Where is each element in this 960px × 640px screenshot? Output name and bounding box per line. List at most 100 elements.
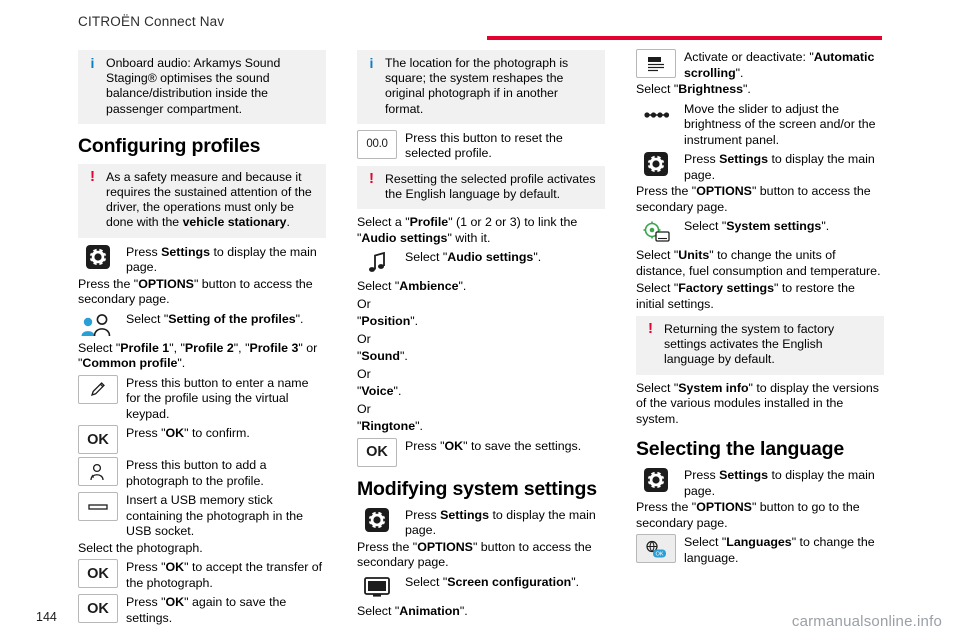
pos-post: ".	[410, 314, 419, 329]
sys-post: ".	[821, 219, 830, 233]
para-press-options-1: Press the "OPTIONS" button to access the…	[78, 277, 326, 308]
ok-button[interactable]: OK	[78, 425, 118, 455]
ring-post: ".	[415, 419, 423, 434]
row-usb-stick: Insert a USB memory stick containing the…	[78, 492, 326, 540]
row-settings-pre: Press	[126, 244, 162, 259]
snd-post: ".	[399, 349, 408, 364]
row-automatic-scrolling: Activate or deactivate: "Automatic scrol…	[636, 49, 884, 81]
uni-pre: Select "	[636, 248, 679, 262]
c2-sel-pre: Select a "	[357, 215, 410, 230]
para-select-photograph: Select the photograph.	[78, 540, 203, 555]
heading-configuring-profiles: Configuring profiles	[78, 134, 261, 157]
header-rule	[487, 36, 882, 40]
inf-bold: System info	[678, 380, 749, 395]
reset-button[interactable]: 00.0	[357, 129, 397, 159]
note-factory-reset-text: Returning the system to factory settings…	[664, 322, 835, 367]
row-ok-confirm: OK Press "OK" to confirm.	[78, 425, 326, 455]
row-add-photograph: Press this button to add a photograph to…	[78, 457, 326, 489]
scroll-pre: Activate or deactivate: "	[684, 50, 814, 64]
para-or-4: Or	[357, 401, 371, 416]
profiles-pre: Select "	[126, 311, 169, 326]
add-photo-icon-box	[78, 457, 118, 487]
pencil-icon-box	[78, 374, 118, 404]
row-ok-save-settings-text: Press "OK" to save the settings.	[405, 438, 581, 455]
ok-button-4[interactable]: OK	[357, 437, 397, 467]
note-reset-language-text: Resetting the selected profile activates…	[385, 171, 596, 202]
usb-button[interactable]	[78, 492, 118, 522]
para-select-animation: Select "Animation".	[357, 604, 605, 620]
sel-profile-pre: Select "	[78, 340, 121, 355]
note-photo-location: i The location for the photograph is squ…	[357, 50, 605, 124]
bri-bold: Brightness	[678, 82, 743, 96]
para-select-system-info: Select "System info" to display the vers…	[636, 381, 884, 428]
para-or-3: Or	[357, 366, 371, 381]
note-safety-text: As a safety measure and because it requi…	[106, 170, 318, 231]
audio-bold: Audio settings	[447, 250, 534, 265]
row-reset-profile: 00.0 Press this button to reset the sele…	[357, 129, 605, 162]
row-settings-main-page-2: Press Settings to display the main page.	[357, 507, 605, 539]
amb-pre: Select "	[357, 279, 400, 294]
para-ringtone: "Ringtone".	[357, 419, 605, 435]
note-onboard-audio-text: Onboard audio: Arkamys Sound Staging® op…	[106, 56, 281, 116]
scrolling-button[interactable]	[636, 49, 676, 78]
voi-post: ".	[393, 384, 402, 399]
c2-opt-bold: OPTIONS	[417, 539, 473, 554]
row-settings-4-text: Press Settings to display the main page.	[684, 467, 884, 499]
note-safety-bold: vehicle stationary	[182, 215, 287, 230]
anim-pre: Select "	[357, 603, 400, 618]
amb-bold: Ambience	[399, 279, 459, 294]
note-photo-location-text: The location for the photograph is squar…	[385, 56, 569, 116]
row-reset-profile-text: Press this button to reset the selected …	[405, 130, 563, 161]
sel-profile-b3: Profile 3	[249, 340, 299, 355]
bri-post: ".	[743, 82, 751, 96]
row-languages: OK Select "Languages" to change the lang…	[636, 534, 884, 566]
note-safety-post: .	[286, 215, 290, 230]
row-settings-main-page-4: Press Settings to display the main page.	[636, 467, 884, 499]
row-settings-bold: Settings	[161, 244, 211, 259]
row-settings-main-page-3: Press Settings to display the main page.	[636, 151, 884, 183]
sys-pre: Select "	[684, 219, 727, 233]
audio-pre: Select "	[405, 250, 448, 265]
c2-sel-b2: Audio settings	[361, 230, 448, 245]
ok2-bold: OK	[165, 560, 185, 575]
row-setting-of-profiles: Select "Setting of the profiles".	[78, 311, 326, 340]
para-press-options-3: Press the "OPTIONS" button to access the…	[636, 184, 884, 215]
ok3-pre: Press "	[126, 595, 166, 610]
c2-sel-b1: Profile	[409, 215, 449, 230]
row-enter-name: Press this button to enter a name for th…	[78, 374, 326, 423]
amb-post: ".	[458, 279, 467, 294]
warning-icon-2: !	[369, 169, 374, 187]
add-photo-button[interactable]	[78, 457, 118, 487]
ok-button-3[interactable]: OK	[78, 594, 118, 624]
row-ok-transfer-text: Press "OK" to accept the transfer of the…	[126, 559, 326, 591]
sys-bold: System settings	[726, 219, 822, 233]
para-select-brightness: Select "Brightness".	[636, 82, 884, 98]
para-position: "Position".	[357, 314, 605, 330]
languages-button[interactable]: OK	[636, 534, 676, 564]
para-or-2: Or	[357, 331, 371, 346]
pencil-button[interactable]	[78, 374, 118, 404]
ok1-post: " to confirm.	[184, 426, 250, 441]
para-select-factory: Select "Factory settings" to restore the…	[636, 281, 884, 312]
fac-pre: Select "	[636, 281, 679, 295]
para-or-1: Or	[357, 296, 371, 311]
row-ok-save: OK Press "OK" again to save the settings…	[78, 594, 326, 626]
note-reset-language: ! Resetting the selected profile activat…	[357, 165, 605, 210]
ok-button-box-1: OK	[78, 425, 118, 455]
sel-profile-b1: Profile 1	[120, 340, 170, 355]
header-title: CITROËN Connect Nav	[78, 14, 225, 29]
row-ok-save-text: Press "OK" again to save the settings.	[126, 594, 326, 626]
row-settings-2-text: Press Settings to display the main page.	[405, 507, 605, 539]
watermark: carmanualsonline.info	[791, 613, 942, 630]
ok2-pre: Press "	[126, 560, 166, 575]
para-press-options-2: Press the "OPTIONS" button to access the…	[357, 540, 605, 571]
row-brightness-slider-text: Move the slider to adjust the brightness…	[684, 101, 876, 147]
ok-button-2[interactable]: OK	[78, 559, 118, 589]
heading-selecting-the-language: Selecting the language	[636, 438, 844, 461]
para-select-profile-audio: Select a "Profile" (1 or 2 or 3) to link…	[357, 215, 605, 246]
scr-pre: Select "	[405, 574, 448, 589]
row-brightness-slider: Move the slider to adjust the brightness…	[636, 101, 884, 149]
manual-page: CITROËN Connect Nav i Onboard audio: Ark…	[0, 0, 960, 640]
profiles-people-icon	[78, 311, 118, 340]
warning-icon-3: !	[648, 320, 653, 337]
